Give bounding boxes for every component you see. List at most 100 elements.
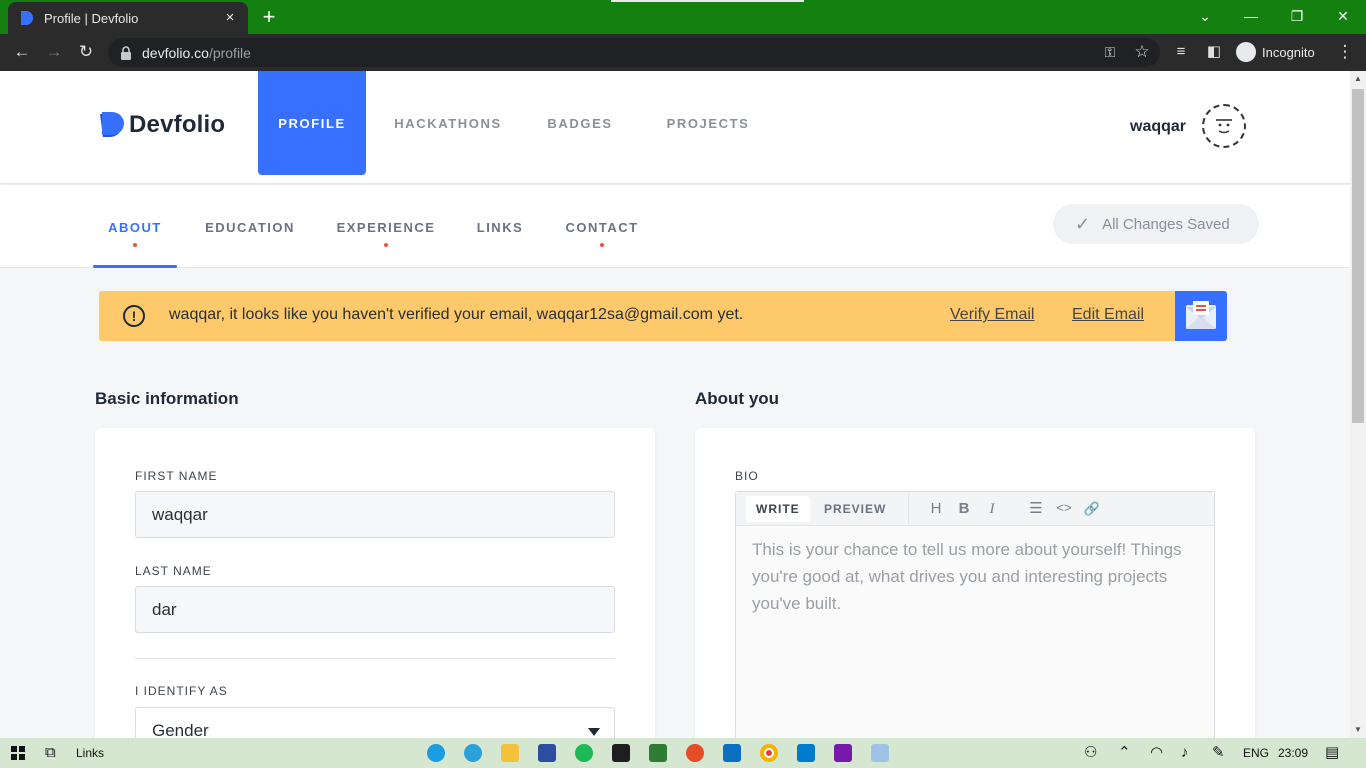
- volume-icon[interactable]: ♪: [1181, 744, 1189, 762]
- code-icon[interactable]: <>: [1054, 499, 1074, 519]
- editor-preview-tab[interactable]: PREVIEW: [814, 496, 896, 522]
- vscode-icon[interactable]: [797, 744, 815, 762]
- avatar-face-icon: [1216, 119, 1232, 134]
- chevron-up-icon[interactable]: ⌃: [1118, 744, 1131, 762]
- link-icon[interactable]: 🔗: [1082, 499, 1102, 519]
- bookmark-star-icon[interactable]: ☆: [1131, 41, 1153, 63]
- chrome-icon[interactable]: [760, 744, 778, 762]
- nav-badges[interactable]: BADGES: [543, 71, 617, 175]
- onenote-icon[interactable]: [834, 744, 852, 762]
- back-icon[interactable]: ←: [11, 41, 33, 63]
- tabstrip-indicator: [611, 0, 804, 2]
- check-icon: ✓: [1075, 213, 1091, 234]
- bio-label: BIO: [735, 469, 759, 483]
- devfolio-logo[interactable]: Devfolio: [98, 111, 225, 139]
- incognito-label: Incognito: [1262, 44, 1315, 60]
- app-icon[interactable]: [686, 744, 704, 762]
- new-tab-button[interactable]: +: [258, 6, 280, 28]
- last-name-field[interactable]: dar: [135, 586, 615, 633]
- alert-circle-icon: !: [123, 305, 145, 327]
- reload-icon[interactable]: ↻: [75, 41, 97, 63]
- list-icon[interactable]: ☰: [1026, 499, 1046, 519]
- bio-textarea[interactable]: This is your chance to tell us more abou…: [752, 536, 1202, 617]
- chevron-down-icon: [588, 728, 600, 736]
- active-tab-underline: [93, 265, 177, 268]
- tab-about[interactable]: ABOUT: [93, 185, 177, 268]
- people-icon[interactable]: ⚇: [1084, 744, 1097, 762]
- restore-button[interactable]: ❐: [1284, 4, 1310, 28]
- tab-education[interactable]: EDUCATION: [200, 185, 300, 268]
- key-icon[interactable]: ⚿: [1099, 41, 1121, 63]
- header-username[interactable]: waqqar: [1130, 118, 1186, 136]
- editor-write-tab[interactable]: WRITE: [746, 496, 810, 522]
- basic-info-card: FIRST NAME waqqar LAST NAME dar I IDENTI…: [95, 428, 655, 738]
- devfolio-favicon-icon: [21, 11, 33, 25]
- nav-profile[interactable]: PROFILE: [258, 71, 366, 175]
- heading-icon[interactable]: H: [926, 499, 946, 519]
- banner-message: waqqar, it looks like you haven't verifi…: [169, 306, 744, 323]
- task-view-icon[interactable]: ⧉: [45, 744, 56, 762]
- incognito-indicator[interactable]: Incognito: [1236, 39, 1315, 65]
- basic-info-title: Basic information: [95, 389, 239, 408]
- last-name-label: LAST NAME: [135, 564, 212, 578]
- url-path: /profile: [208, 44, 251, 61]
- browser-tabstrip: Profile | Devfolio × + ⌄ — ❐ ✕: [0, 0, 1366, 34]
- notifications-icon[interactable]: ▤: [1325, 744, 1339, 762]
- tab-experience-label: EXPERIENCE: [336, 220, 436, 235]
- gender-select[interactable]: Gender: [135, 707, 615, 738]
- close-window-button[interactable]: ✕: [1330, 4, 1356, 28]
- page-scrollbar[interactable]: ▲ ▼: [1350, 71, 1366, 738]
- spotify-icon[interactable]: [575, 744, 593, 762]
- scrollbar-thumb[interactable]: [1352, 89, 1364, 423]
- nav-projects[interactable]: PROJECTS: [664, 71, 752, 175]
- word-icon[interactable]: [538, 744, 556, 762]
- nav-hackathons[interactable]: HACKATHONS: [392, 71, 504, 175]
- file-explorer-icon[interactable]: [501, 744, 519, 762]
- mail-illustration: [1175, 291, 1227, 341]
- wifi-icon[interactable]: ◠: [1150, 744, 1163, 762]
- tab-experience[interactable]: EXPERIENCE: [332, 185, 440, 268]
- notepad-icon[interactable]: [871, 744, 889, 762]
- tab-search-icon[interactable]: ⌄: [1192, 4, 1218, 28]
- logo-text: Devfolio: [129, 111, 226, 138]
- url-host: devfolio.co: [142, 44, 209, 61]
- devfolio-logo-icon: [100, 111, 124, 137]
- edge-icon[interactable]: [427, 744, 445, 762]
- taskbar-links-label[interactable]: Links: [76, 746, 104, 760]
- clock[interactable]: 23:09: [1278, 746, 1308, 760]
- bold-icon[interactable]: B: [954, 499, 974, 519]
- verify-email-banner: ! waqqar, it looks like you haven't veri…: [99, 291, 1227, 341]
- site-header: Devfolio PROFILE HACKATHONS BADGES PROJE…: [0, 71, 1350, 184]
- store-icon[interactable]: [723, 744, 741, 762]
- vim-icon[interactable]: [649, 744, 667, 762]
- first-name-field[interactable]: waqqar: [135, 491, 615, 538]
- telegram-icon[interactable]: [464, 744, 482, 762]
- tab-experience-dot: [384, 243, 388, 247]
- save-status-badge: ✓ All Changes Saved: [1053, 204, 1259, 244]
- profile-subnav: ABOUT EDUCATION EXPERIENCE LINKS CONTACT…: [0, 185, 1350, 268]
- address-bar[interactable]: devfolio.co/profile: [108, 38, 1160, 67]
- pen-icon[interactable]: ✎: [1212, 744, 1225, 762]
- verify-email-link[interactable]: Verify Email: [950, 306, 1034, 324]
- minimize-button[interactable]: —: [1238, 4, 1264, 28]
- tab-close-icon[interactable]: ×: [222, 10, 238, 26]
- tab-contact[interactable]: CONTACT: [562, 185, 642, 268]
- figma-icon[interactable]: [612, 744, 630, 762]
- menu-kebab-icon[interactable]: ⋮: [1334, 41, 1356, 63]
- envelope-icon: [1186, 301, 1216, 329]
- scroll-up-icon[interactable]: ▲: [1350, 71, 1366, 87]
- side-panel-icon[interactable]: ◧: [1203, 41, 1225, 63]
- tab-links[interactable]: LINKS: [472, 185, 528, 268]
- scroll-down-icon[interactable]: ▼: [1350, 722, 1366, 738]
- italic-icon[interactable]: I: [982, 499, 1002, 519]
- edit-email-link[interactable]: Edit Email: [1072, 306, 1144, 324]
- gender-select-value: Gender: [152, 721, 209, 738]
- forward-icon[interactable]: →: [43, 41, 65, 63]
- tab-about-label: ABOUT: [108, 220, 162, 235]
- reading-list-icon[interactable]: ≡: [1170, 41, 1192, 63]
- tab-contact-label: CONTACT: [565, 220, 639, 235]
- language-indicator[interactable]: ENG: [1243, 746, 1269, 760]
- browser-tab[interactable]: Profile | Devfolio ×: [8, 2, 248, 34]
- windows-start-icon[interactable]: [11, 746, 25, 760]
- avatar[interactable]: [1202, 104, 1246, 148]
